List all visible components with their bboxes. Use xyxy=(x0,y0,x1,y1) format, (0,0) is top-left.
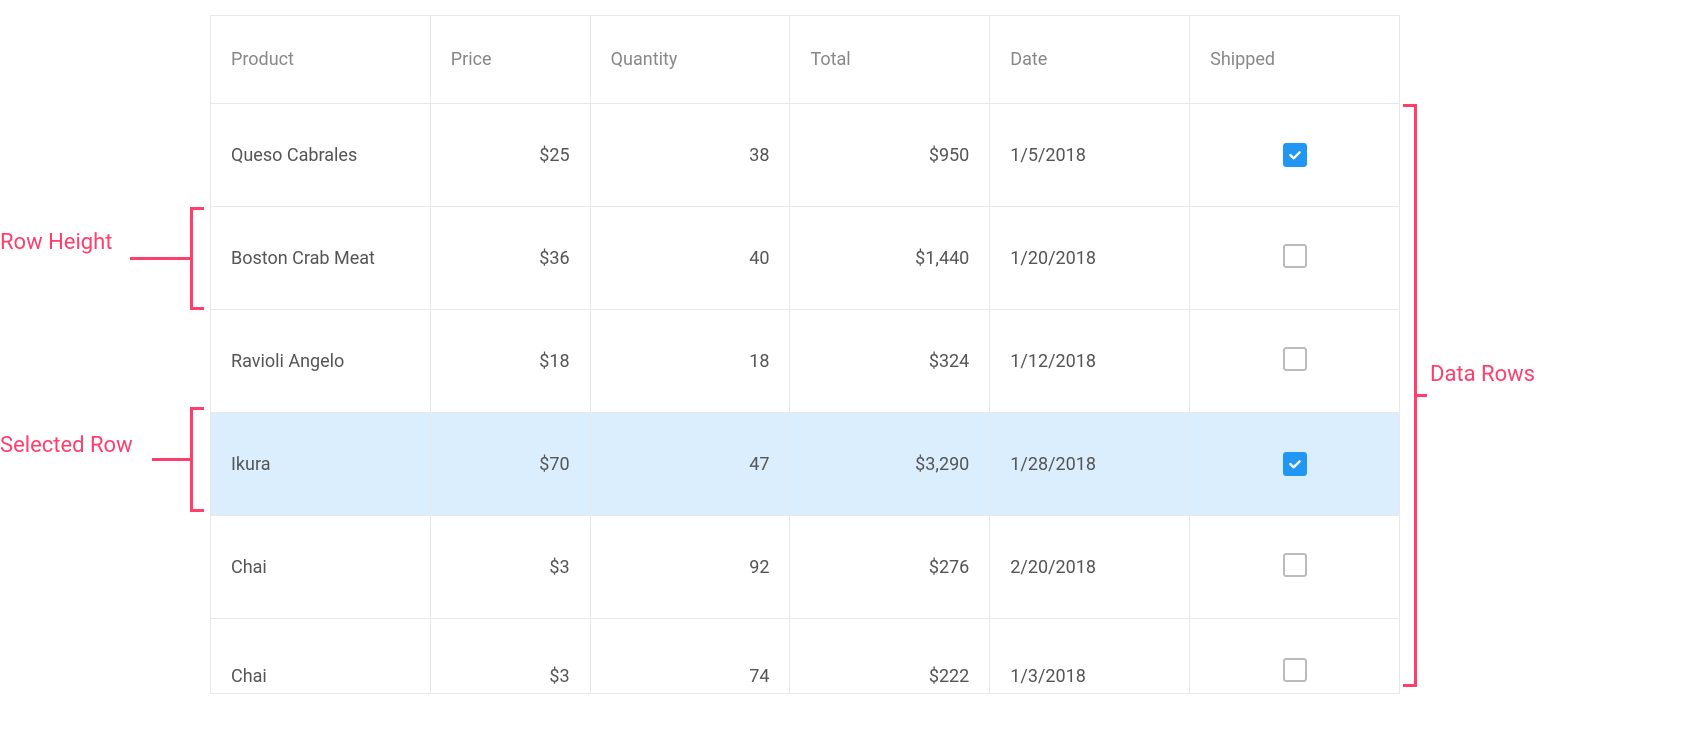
check-icon xyxy=(1287,456,1303,472)
header-product[interactable]: Product xyxy=(211,16,431,104)
table-container: Product Price Quantity Total Date Shippe… xyxy=(210,15,1400,694)
header-quantity[interactable]: Quantity xyxy=(590,16,790,104)
table-body: Queso Cabrales$2538$9501/5/2018Boston Cr… xyxy=(211,104,1400,694)
shipped-checkbox[interactable] xyxy=(1283,143,1307,167)
shipped-checkbox[interactable] xyxy=(1283,658,1307,682)
cell-total: $950 xyxy=(790,104,990,207)
cell-quantity: 18 xyxy=(590,310,790,413)
cell-date: 1/3/2018 xyxy=(990,619,1190,694)
header-row: Product Price Quantity Total Date Shippe… xyxy=(211,16,1400,104)
table-row[interactable]: Queso Cabrales$2538$9501/5/2018 xyxy=(211,104,1400,207)
cell-date: 1/28/2018 xyxy=(990,413,1190,516)
check-icon xyxy=(1287,147,1303,163)
cell-product: Boston Crab Meat xyxy=(211,207,431,310)
cell-product: Ikura xyxy=(211,413,431,516)
cell-product: Chai xyxy=(211,619,431,694)
cell-product: Queso Cabrales xyxy=(211,104,431,207)
cell-shipped xyxy=(1190,619,1400,694)
bracket-selected-row-connector xyxy=(152,458,190,461)
header-price[interactable]: Price xyxy=(430,16,590,104)
cell-quantity: 92 xyxy=(590,516,790,619)
table-row[interactable]: Ravioli Angelo$1818$3241/12/2018 xyxy=(211,310,1400,413)
table-row[interactable]: Chai$392$2762/20/2018 xyxy=(211,516,1400,619)
cell-total: $276 xyxy=(790,516,990,619)
header-date[interactable]: Date xyxy=(990,16,1190,104)
header-total[interactable]: Total xyxy=(790,16,990,104)
cell-product: Ravioli Angelo xyxy=(211,310,431,413)
cell-price: $3 xyxy=(430,619,590,694)
cell-quantity: 47 xyxy=(590,413,790,516)
cell-total: $222 xyxy=(790,619,990,694)
shipped-checkbox[interactable] xyxy=(1283,347,1307,371)
cell-date: 2/20/2018 xyxy=(990,516,1190,619)
bracket-selected-row xyxy=(190,407,204,512)
bracket-row-height-connector xyxy=(130,257,190,260)
table-row[interactable]: Ikura$7047$3,2901/28/2018 xyxy=(211,413,1400,516)
header-shipped[interactable]: Shipped xyxy=(1190,16,1400,104)
bracket-data-rows-connector xyxy=(1417,394,1427,397)
cell-price: $18 xyxy=(430,310,590,413)
cell-shipped xyxy=(1190,104,1400,207)
cell-quantity: 38 xyxy=(590,104,790,207)
shipped-checkbox[interactable] xyxy=(1283,244,1307,268)
cell-product: Chai xyxy=(211,516,431,619)
cell-price: $70 xyxy=(430,413,590,516)
cell-shipped xyxy=(1190,310,1400,413)
cell-price: $36 xyxy=(430,207,590,310)
table-row[interactable]: Boston Crab Meat$3640$1,4401/20/2018 xyxy=(211,207,1400,310)
shipped-checkbox[interactable] xyxy=(1283,452,1307,476)
cell-date: 1/5/2018 xyxy=(990,104,1190,207)
table-row[interactable]: Chai$374$2221/3/2018 xyxy=(211,619,1400,694)
bracket-row-height xyxy=(190,207,204,310)
cell-shipped xyxy=(1190,516,1400,619)
cell-date: 1/20/2018 xyxy=(990,207,1190,310)
cell-quantity: 74 xyxy=(590,619,790,694)
annotation-selected-row: Selected Row xyxy=(0,433,133,458)
annotation-data-rows: Data Rows xyxy=(1430,362,1535,387)
cell-total: $3,290 xyxy=(790,413,990,516)
shipped-checkbox[interactable] xyxy=(1283,553,1307,577)
cell-shipped xyxy=(1190,413,1400,516)
cell-total: $324 xyxy=(790,310,990,413)
cell-total: $1,440 xyxy=(790,207,990,310)
data-grid: Product Price Quantity Total Date Shippe… xyxy=(210,15,1400,694)
cell-quantity: 40 xyxy=(590,207,790,310)
cell-price: $25 xyxy=(430,104,590,207)
bracket-data-rows xyxy=(1403,104,1417,687)
cell-shipped xyxy=(1190,207,1400,310)
cell-date: 1/12/2018 xyxy=(990,310,1190,413)
cell-price: $3 xyxy=(430,516,590,619)
annotation-row-height: Row Height xyxy=(0,230,112,255)
